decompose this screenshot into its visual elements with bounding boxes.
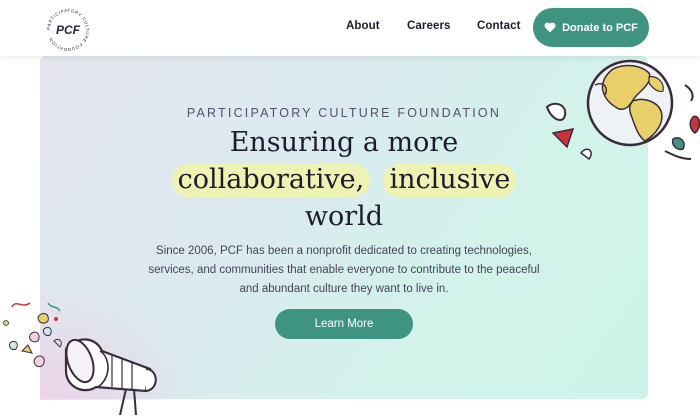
hero-headline: Ensuring a more collaborative, inclusive… — [0, 124, 688, 235]
pcf-logo[interactable]: PARTICIPATORY CULTURE FOUNDATION PCF — [44, 6, 92, 54]
logo-text: PCF — [56, 23, 81, 37]
intro-line-2: services, and communities that enable ev… — [148, 264, 540, 276]
hero-intro: Since 2006, PCF has been a nonprofit ded… — [132, 242, 556, 299]
nav-about[interactable]: About — [346, 20, 380, 32]
donate-label: Donate to PCF — [562, 21, 638, 34]
headline-highlight-collaborative: collaborative, — [171, 161, 370, 198]
nav-careers[interactable]: Careers — [407, 20, 451, 32]
heart-icon — [544, 22, 556, 33]
site-header: PARTICIPATORY CULTURE FOUNDATION PCF Abo… — [0, 0, 700, 56]
headline-highlight-inclusive: inclusive — [383, 161, 517, 198]
megaphone-illustration — [0, 295, 170, 416]
nav-contact[interactable]: Contact — [477, 20, 521, 32]
headline-line-1: Ensuring a more — [229, 127, 459, 158]
donate-button[interactable]: Donate to PCF — [533, 8, 649, 47]
learn-more-button[interactable]: Learn More — [275, 309, 413, 339]
intro-line-1: Since 2006, PCF has been a nonprofit ded… — [156, 245, 532, 257]
headline-line-3: world — [304, 201, 384, 232]
intro-line-3: and abundant culture they want to live i… — [239, 283, 449, 295]
